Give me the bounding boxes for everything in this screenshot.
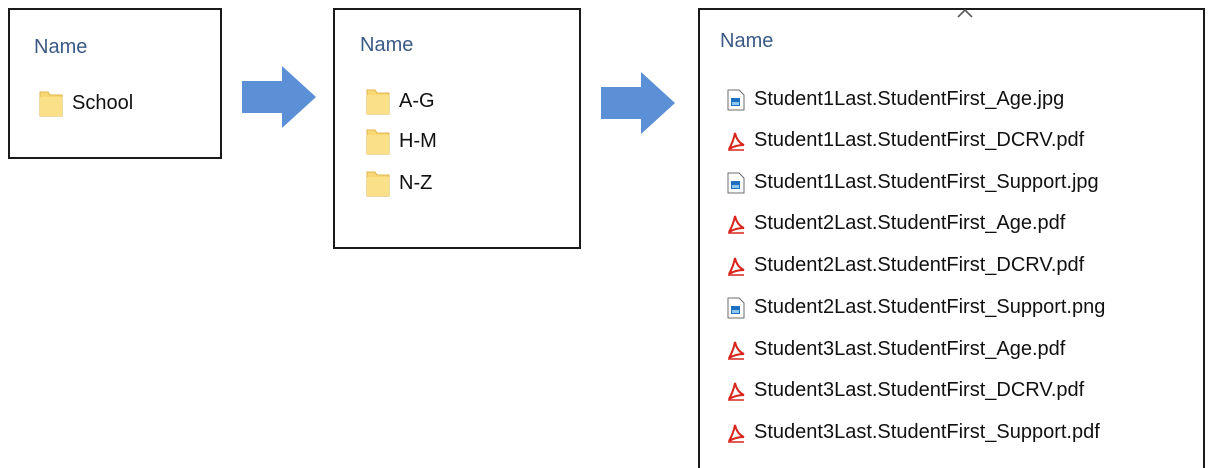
file-item[interactable]: Student3Last.StudentFirst_DCRV.pdf	[726, 379, 1084, 402]
file-name: Student3Last.StudentFirst_Support.pdf	[754, 421, 1100, 443]
file-name: Student2Last.StudentFirst_Age.pdf	[754, 212, 1066, 234]
file-name: Student1Last.StudentFirst_Support.jpg	[754, 171, 1099, 193]
folder-icon	[38, 88, 64, 118]
pdf-file-icon	[726, 339, 746, 361]
file-item[interactable]: Student3Last.StudentFirst_Support.pdf	[726, 421, 1100, 444]
folder-icon	[365, 126, 391, 156]
folder-item-h-m[interactable]: H-M	[365, 126, 437, 156]
file-name: Student1Last.StudentFirst_DCRV.pdf	[754, 129, 1085, 151]
file-item[interactable]: Student1Last.StudentFirst_DCRV.pdf	[726, 129, 1084, 152]
file-item[interactable]: Student1Last.StudentFirst_Age.jpg	[726, 88, 1064, 111]
file-item[interactable]: Student1Last.StudentFirst_Support.jpg	[726, 171, 1099, 194]
image-file-icon	[726, 89, 746, 111]
file-name: Student2Last.StudentFirst_Support.png	[754, 296, 1106, 318]
pdf-file-icon	[726, 213, 746, 235]
column-header-name[interactable]: Name	[34, 36, 87, 59]
explorer-panel-school: Name A-G H-M N-Z	[333, 8, 581, 249]
folder-item-school[interactable]: School	[38, 88, 133, 118]
pdf-file-icon	[726, 422, 746, 444]
file-item[interactable]: Student2Last.StudentFirst_Age.pdf	[726, 212, 1065, 235]
folder-icon	[365, 168, 391, 198]
folder-label: H-M	[399, 129, 437, 152]
file-item[interactable]: Student2Last.StudentFirst_Support.png	[726, 296, 1105, 319]
image-file-icon	[726, 297, 746, 319]
file-item[interactable]: Student3Last.StudentFirst_Age.pdf	[726, 338, 1065, 361]
pdf-file-icon	[726, 255, 746, 277]
folder-label: A-G	[399, 89, 435, 112]
folder-label: N-Z	[399, 171, 433, 194]
explorer-panel-root: Name School	[8, 8, 222, 159]
folder-item-n-z[interactable]: N-Z	[365, 168, 432, 198]
sort-ascending-caret-icon[interactable]	[955, 6, 975, 20]
right-arrow-icon	[242, 66, 316, 128]
file-name: Student2Last.StudentFirst_DCRV.pdf	[754, 254, 1085, 276]
folder-item-a-g[interactable]: A-G	[365, 86, 435, 116]
folder-label: School	[72, 91, 134, 114]
file-name: Student1Last.StudentFirst_Age.jpg	[754, 88, 1065, 110]
explorer-panel-files: Name Student1Last.StudentFirst_Age.jpg S…	[698, 8, 1205, 468]
pdf-file-icon	[726, 380, 746, 402]
file-name: Student3Last.StudentFirst_Age.pdf	[754, 338, 1066, 360]
file-name: Student3Last.StudentFirst_DCRV.pdf	[754, 379, 1085, 401]
image-file-icon	[726, 172, 746, 194]
folder-icon	[365, 86, 391, 116]
file-item[interactable]: Student2Last.StudentFirst_DCRV.pdf	[726, 254, 1084, 277]
column-header-name[interactable]: Name	[360, 34, 413, 57]
right-arrow-icon	[601, 72, 675, 134]
pdf-file-icon	[726, 130, 746, 152]
column-header-name[interactable]: Name	[720, 30, 773, 53]
